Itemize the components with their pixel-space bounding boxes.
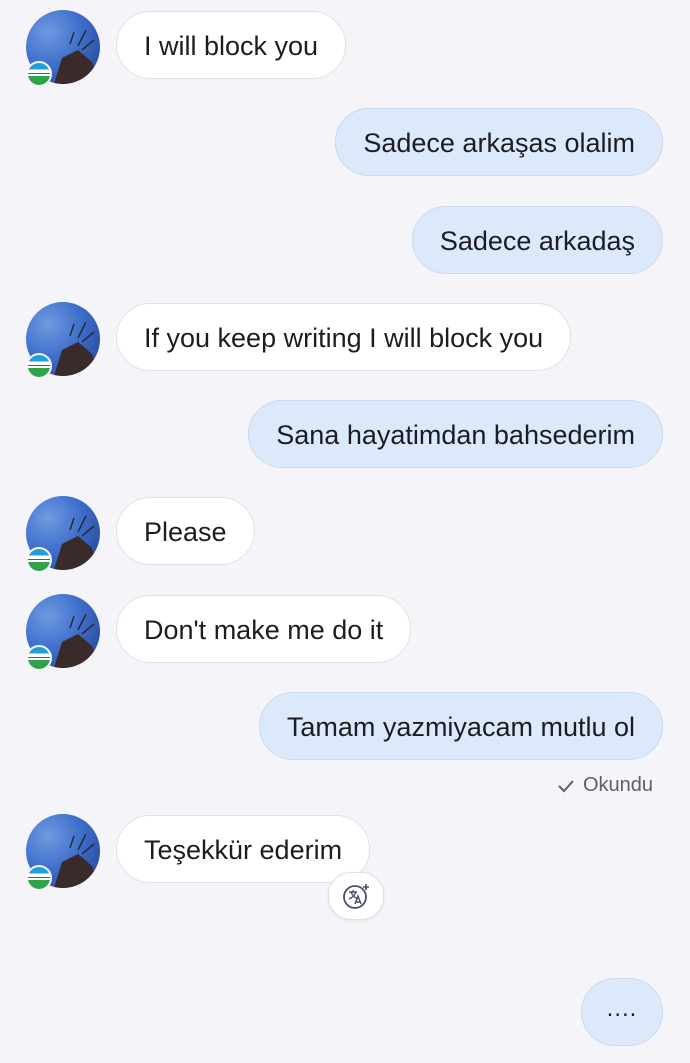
read-receipt: Okundu bbox=[557, 774, 653, 797]
typing-text: .... bbox=[606, 995, 638, 1022]
message-bubble-outgoing[interactable]: Sadece arkadaş bbox=[411, 206, 663, 274]
flag-icon bbox=[26, 645, 52, 671]
flag-icon bbox=[26, 61, 52, 87]
translate-button[interactable] bbox=[328, 872, 384, 920]
message-bubble-incoming[interactable]: I will block you bbox=[116, 11, 347, 79]
flag-icon bbox=[26, 547, 52, 573]
read-status: Okundu bbox=[582, 774, 653, 796]
message-text: Teşekkür ederim bbox=[144, 835, 343, 865]
message-text: I will block you bbox=[144, 31, 319, 61]
checkmark-icon bbox=[558, 779, 574, 792]
message-bubble-incoming[interactable]: Teşekkür ederim bbox=[116, 815, 371, 883]
message-text: Don't make me do it bbox=[144, 615, 384, 645]
typing-bubble[interactable]: .... bbox=[581, 978, 663, 1046]
message-bubble-outgoing[interactable]: Sadece arkaşas olalim bbox=[335, 108, 663, 176]
message-bubble-incoming[interactable]: Please bbox=[116, 497, 255, 565]
message-text: Sadece arkaşas olalim bbox=[363, 128, 635, 158]
message-text: Please bbox=[144, 517, 227, 547]
message-text: If you keep writing I will block you bbox=[144, 323, 544, 353]
message-bubble-incoming[interactable]: If you keep writing I will block you bbox=[116, 303, 572, 371]
message-bubble-outgoing[interactable]: Sana hayatimdan bahsederim bbox=[248, 400, 663, 468]
translate-icon bbox=[343, 884, 369, 909]
message-text: Sadece arkadaş bbox=[439, 226, 635, 256]
message-text: Tamam yazmiyacam mutlu ol bbox=[286, 712, 635, 742]
message-text: Sana hayatimdan bahsederim bbox=[276, 420, 635, 450]
flag-icon bbox=[26, 865, 52, 891]
flag-icon bbox=[26, 353, 52, 379]
message-bubble-outgoing[interactable]: Tamam yazmiyacam mutlu ol bbox=[258, 692, 663, 760]
message-bubble-incoming[interactable]: Don't make me do it bbox=[116, 595, 412, 663]
